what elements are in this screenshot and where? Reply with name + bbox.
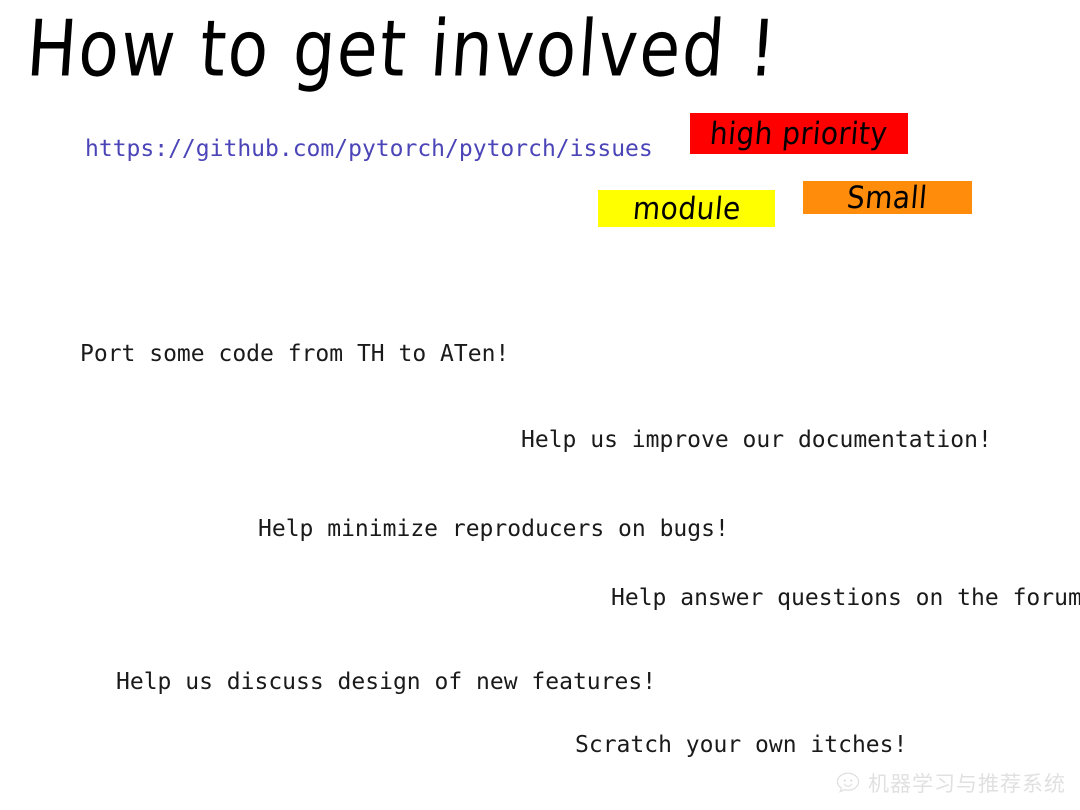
label-tag-small-text: Small bbox=[845, 179, 930, 216]
contribution-line-forums: Help answer questions on the forums bbox=[611, 585, 1080, 611]
watermark-text: 机器学习与推荐系统 bbox=[868, 772, 1066, 796]
contribution-line-scratch-itches: Scratch your own itches! bbox=[575, 732, 908, 758]
label-tag-high-priority[interactable]: high priority bbox=[690, 113, 908, 154]
label-tag-high-priority-text: high priority bbox=[708, 115, 890, 152]
contribution-line-port-code: Port some code from TH to ATen! bbox=[80, 341, 510, 367]
contribution-line-design-features: Help us discuss design of new features! bbox=[116, 669, 657, 695]
label-tag-module[interactable]: module bbox=[598, 190, 775, 227]
label-tag-module-text: module bbox=[630, 190, 743, 227]
contribution-line-documentation: Help us improve our documentation! bbox=[521, 427, 992, 453]
label-tag-small[interactable]: Small bbox=[803, 179, 972, 216]
slide-canvas: How to get involved ! https://github.com… bbox=[0, 0, 1080, 810]
watermark: 机器学习与推荐系统 bbox=[835, 768, 1066, 798]
github-issues-link[interactable]: https://github.com/pytorch/pytorch/issue… bbox=[85, 136, 653, 162]
speech-bubble-smiley-icon bbox=[836, 772, 860, 793]
contribution-line-reproducers: Help minimize reproducers on bugs! bbox=[258, 516, 729, 542]
page-title: How to get involved ! bbox=[23, 3, 781, 95]
